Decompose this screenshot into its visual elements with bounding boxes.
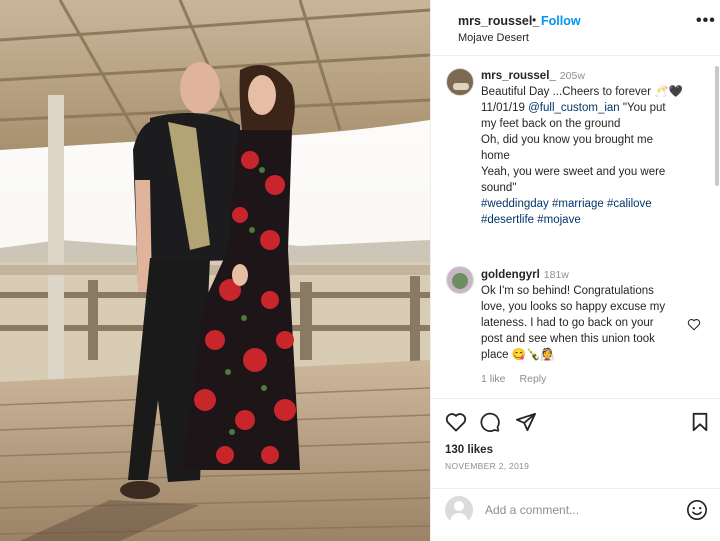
post-details-panel: mrs_roussel_ • Follow Mojave Desert ••• … [430,0,720,541]
caption-text-line: Beautiful Day ...Cheers to forever 🥂🖤 [481,86,683,98]
caption-text-line: sound" [481,182,517,194]
scrollbar-thumb[interactable] [715,66,719,186]
couple-photo-image [0,0,430,541]
comment-text-line: lateness. I had to go back on your [481,317,654,329]
caption-quote-start: "You put [622,102,666,114]
caption-hashtags-link[interactable]: #weddingday #marriage #calilove [481,196,711,212]
heart-icon[interactable] [445,412,467,437]
commenter-avatar[interactable] [446,266,474,294]
caption-time[interactable]: 205w [560,70,585,82]
comment-time[interactable]: 181w [544,269,569,281]
caption-line-1: mrs_roussel_ 205w [481,68,711,84]
follow-button[interactable]: Follow [541,14,581,28]
post-photo[interactable] [0,0,430,541]
more-options-icon[interactable]: ••• [696,12,716,30]
comment-text-line: post and see when this union took [481,333,655,345]
caption-text-line: my feet back on the ground [481,118,621,130]
comment-input[interactable] [485,499,675,521]
header-separator: • [532,13,537,27]
comments-scroll-area[interactable]: mrs_roussel_ 205w Beautiful Day ...Cheers… [431,56,720,396]
comment-likes-count[interactable]: 1 like [481,373,506,385]
post-date[interactable]: NOVEMBER 2, 2019 [445,461,529,471]
post-actions: 130 likes NOVEMBER 2, 2019 [431,398,720,488]
paper-plane-icon[interactable] [515,412,537,437]
comment: goldengyrl 181w Ok I'm so behind! Congrat… [481,267,681,363]
caption-date: 11/01/19 [481,102,525,114]
comment-text-line: place 😋🍾👰 [481,349,555,361]
bookmark-icon[interactable] [691,412,709,437]
comment-text-line: love, you looks so happy excuse my [481,301,666,313]
caption-text-line: 11/01/19 @full_custom_ian "You put [481,100,711,116]
comment-meta: 1 like Reply [481,373,560,385]
comment-header: goldengyrl 181w [481,267,681,283]
caption-username[interactable]: mrs_roussel_ [481,70,556,82]
caption-hashtags-link[interactable]: #desertlife #mojave [481,212,711,228]
comment-username[interactable]: goldengyrl [481,269,540,281]
current-user-avatar [445,496,473,524]
add-comment-bar [431,488,720,541]
caption-text-line: Yeah, you were sweet and you were [481,166,666,178]
comment-like-heart-icon[interactable] [687,318,701,336]
caption-avatar[interactable] [446,68,474,96]
caption-text-line: home [481,150,510,162]
caption-text-line: Oh, did you know you brought me [481,134,653,146]
comment-reply-button[interactable]: Reply [520,373,547,385]
likes-count[interactable]: 130 likes [445,444,493,456]
header-username[interactable]: mrs_roussel_ [458,14,539,28]
post-header: mrs_roussel_ • Follow Mojave Desert ••• [431,0,720,56]
caption: mrs_roussel_ 205w Beautiful Day ...Cheers… [481,68,711,228]
comment-text-line: Ok I'm so behind! Congratulations [481,285,654,297]
speech-bubble-icon[interactable] [479,412,501,438]
caption-mention-link[interactable]: @full_custom_ian [528,102,620,114]
location-link[interactable]: Mojave Desert [458,32,529,44]
smiley-icon[interactable] [686,499,708,526]
